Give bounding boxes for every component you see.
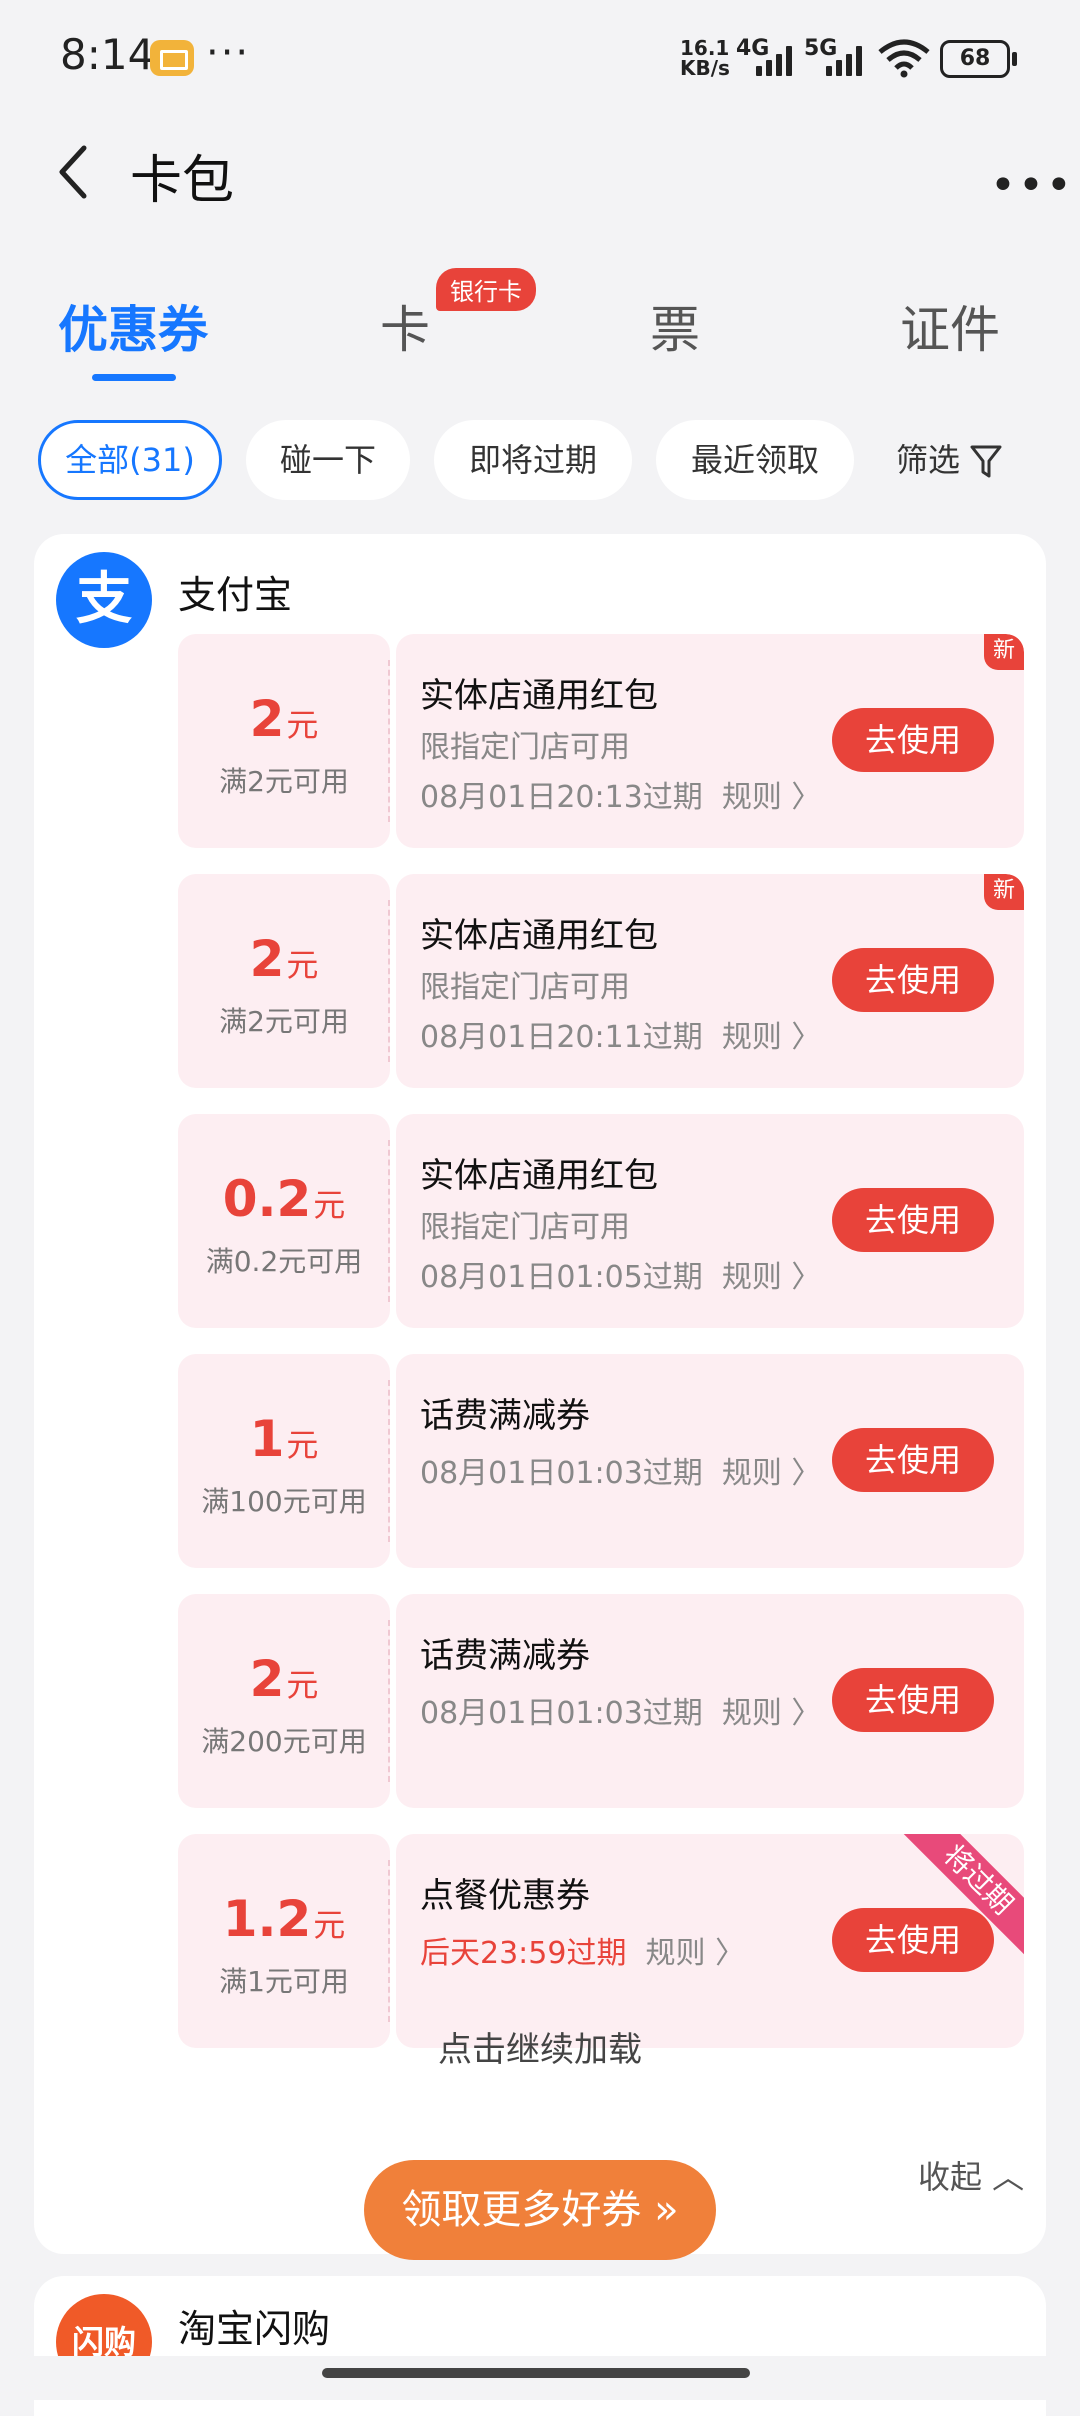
coupon-expiry: 后天23:59过期 规则 〉 bbox=[420, 1936, 746, 1971]
home-indicator[interactable] bbox=[322, 2368, 750, 2378]
coupon-amount: 2元 bbox=[249, 690, 319, 748]
coupon-item[interactable]: 1.2元 满1元可用 点餐优惠券 后天23:59过期 规则 〉 去使用 将过期 bbox=[178, 1834, 1024, 2048]
coupon-value-panel: 2元 满200元可用 bbox=[178, 1594, 390, 1808]
coupon-value-panel: 2元 满2元可用 bbox=[178, 874, 390, 1088]
category-tabs: 优惠券 卡 银行卡 票 证件 bbox=[0, 260, 1080, 400]
coupon-amount: 0.2元 bbox=[222, 1170, 346, 1228]
coupon-name: 话费满减券 bbox=[420, 1396, 590, 1436]
use-coupon-button[interactable]: 去使用 bbox=[832, 1908, 994, 1972]
get-more-coupons-button[interactable]: 领取更多好券 » bbox=[364, 2160, 716, 2260]
use-coupon-button[interactable]: 去使用 bbox=[832, 948, 994, 1012]
coupon-condition: 满2元可用 bbox=[219, 1005, 349, 1038]
collapse-button[interactable]: 收起 ︿ bbox=[918, 2152, 1024, 2198]
coupon-scope: 限指定门店可用 bbox=[420, 1210, 630, 1245]
coupon-condition: 满2元可用 bbox=[219, 765, 349, 798]
coupon-item[interactable]: 2元 满2元可用 实体店通用红包 限指定门店可用 08月01日20:11过期 规… bbox=[178, 874, 1024, 1088]
coupon-rule-link[interactable]: 规则 〉 bbox=[722, 1020, 822, 1055]
signal-bars-icon bbox=[826, 44, 870, 76]
tab-active-indicator bbox=[92, 374, 176, 381]
coupon-item[interactable]: 2元 满200元可用 话费满减券 08月01日01:03过期 规则 〉 去使用 bbox=[178, 1594, 1024, 1808]
coupon-name: 实体店通用红包 bbox=[420, 676, 658, 716]
page-title: 卡包 bbox=[130, 151, 235, 211]
new-tag: 新 bbox=[984, 874, 1024, 910]
bottom-gesture-area bbox=[0, 2356, 1080, 2400]
more-options-icon[interactable]: ••• bbox=[990, 160, 1074, 211]
coupon-value-panel: 0.2元 满0.2元可用 bbox=[178, 1114, 390, 1328]
filter-button[interactable]: 筛选 bbox=[896, 420, 1002, 500]
bank-card-badge: 银行卡 bbox=[436, 268, 536, 311]
use-coupon-button[interactable]: 去使用 bbox=[832, 1188, 994, 1252]
coupon-name: 实体店通用红包 bbox=[420, 1156, 658, 1196]
coupon-value-panel: 1元 满100元可用 bbox=[178, 1354, 390, 1568]
coupon-detail-panel: 点餐优惠券 后天23:59过期 规则 〉 去使用 将过期 bbox=[396, 1834, 1024, 2048]
coupon-item[interactable]: 1元 满100元可用 话费满减券 08月01日01:03过期 规则 〉 去使用 bbox=[178, 1354, 1024, 1568]
coupon-detail-panel: 话费满减券 08月01日01:03过期 规则 〉 去使用 bbox=[396, 1594, 1024, 1808]
coupon-expiry: 08月01日20:13过期 规则 〉 bbox=[420, 780, 822, 815]
coupon-rule-link[interactable]: 规则 〉 bbox=[722, 1456, 822, 1491]
tab-documents[interactable]: 证件 bbox=[900, 290, 1000, 362]
merchant-name: 支付宝 bbox=[178, 573, 293, 617]
coupon-value-panel: 1.2元 满1元可用 bbox=[178, 1834, 390, 2048]
coupon-name: 话费满减券 bbox=[420, 1636, 590, 1676]
coupon-scope: 限指定门店可用 bbox=[420, 970, 630, 1005]
network-speed: 16.1 KB/s bbox=[680, 38, 730, 78]
coupon-scope: 限指定门店可用 bbox=[420, 730, 630, 765]
coupon-detail-panel: 实体店通用红包 限指定门店可用 08月01日20:11过期 规则 〉 去使用 新 bbox=[396, 874, 1024, 1088]
coupon-rule-link[interactable]: 规则 〉 bbox=[722, 780, 822, 815]
tab-tickets[interactable]: 票 bbox=[650, 290, 700, 362]
coupon-name: 实体店通用红包 bbox=[420, 916, 658, 956]
coupon-detail-panel: 实体店通用红包 限指定门店可用 08月01日01:05过期 规则 〉 去使用 bbox=[396, 1114, 1024, 1328]
status-bar: 8:14 ··· 16.1 KB/s 4G 5G 68 bbox=[0, 0, 1080, 120]
coupon-detail-panel: 实体店通用红包 限指定门店可用 08月01日20:13过期 规则 〉 去使用 新 bbox=[396, 634, 1024, 848]
coupon-value-panel: 2元 满2元可用 bbox=[178, 634, 390, 848]
new-tag: 新 bbox=[984, 634, 1024, 670]
use-coupon-button[interactable]: 去使用 bbox=[832, 1428, 994, 1492]
wifi-icon bbox=[878, 39, 930, 78]
coupon-rule-link[interactable]: 规则 〉 bbox=[646, 1936, 746, 1971]
mail-notification-icon bbox=[150, 40, 194, 76]
coupon-expiry: 08月01日01:05过期 规则 〉 bbox=[420, 1260, 822, 1295]
chip-expiring-soon[interactable]: 即将过期 bbox=[434, 420, 632, 500]
coupon-name: 点餐优惠券 bbox=[420, 1876, 590, 1916]
network-speed-unit: KB/s bbox=[680, 56, 730, 80]
coupon-rule-link[interactable]: 规则 〉 bbox=[722, 1260, 822, 1295]
status-time: 8:14 bbox=[60, 30, 155, 79]
coupon-detail-panel: 话费满减券 08月01日01:03过期 规则 〉 去使用 bbox=[396, 1354, 1024, 1568]
coupon-expiry: 08月01日01:03过期 规则 〉 bbox=[420, 1696, 822, 1731]
signal-bars-icon bbox=[756, 44, 800, 76]
coupon-expiry: 08月01日20:11过期 规则 〉 bbox=[420, 1020, 822, 1055]
tab-coupons[interactable]: 优惠券 bbox=[58, 290, 208, 362]
chip-tap[interactable]: 碰一下 bbox=[246, 420, 410, 500]
coupon-amount: 1元 bbox=[249, 1410, 319, 1468]
tab-cards[interactable]: 卡 bbox=[380, 290, 430, 362]
filter-funnel-icon bbox=[970, 445, 1002, 478]
coupon-condition: 满200元可用 bbox=[201, 1725, 367, 1758]
chip-recently-received[interactable]: 最近领取 bbox=[656, 420, 854, 500]
merchant-name: 淘宝闪购 bbox=[178, 2307, 331, 2351]
coupon-condition: 满1元可用 bbox=[219, 1965, 349, 1998]
nav-bar: 卡包 ••• bbox=[0, 120, 1080, 230]
use-coupon-button[interactable]: 去使用 bbox=[832, 708, 994, 772]
coupon-amount: 1.2元 bbox=[222, 1890, 346, 1948]
more-notifications-icon: ··· bbox=[206, 30, 251, 76]
coupon-amount: 2元 bbox=[249, 930, 319, 988]
chip-all[interactable]: 全部(31) bbox=[38, 420, 222, 500]
coupon-expiry: 08月01日01:03过期 规则 〉 bbox=[420, 1456, 822, 1491]
coupon-item[interactable]: 2元 满2元可用 实体店通用红包 限指定门店可用 08月01日20:13过期 规… bbox=[178, 634, 1024, 848]
filter-chips: 全部(31) 碰一下 即将过期 最近领取 筛选 bbox=[0, 420, 1080, 502]
battery-icon: 68 bbox=[940, 40, 1017, 78]
load-more-link[interactable]: 点击继续加载 bbox=[34, 2022, 1046, 2071]
filter-label: 筛选 bbox=[896, 441, 961, 479]
use-coupon-button[interactable]: 去使用 bbox=[832, 1668, 994, 1732]
coupon-condition: 满100元可用 bbox=[201, 1485, 367, 1518]
coupon-condition: 满0.2元可用 bbox=[205, 1245, 363, 1278]
coupon-amount: 2元 bbox=[249, 1650, 319, 1708]
coupon-item[interactable]: 0.2元 满0.2元可用 实体店通用红包 限指定门店可用 08月01日01:05… bbox=[178, 1114, 1024, 1328]
merchant-card-alipay: 支 支付宝 2元 满2元可用 实体店通用红包 限指定门店可用 08月01日20:… bbox=[34, 534, 1046, 2260]
alipay-logo: 支 bbox=[56, 552, 152, 648]
back-arrow-icon[interactable] bbox=[50, 142, 110, 202]
coupon-rule-link[interactable]: 规则 〉 bbox=[722, 1696, 822, 1731]
